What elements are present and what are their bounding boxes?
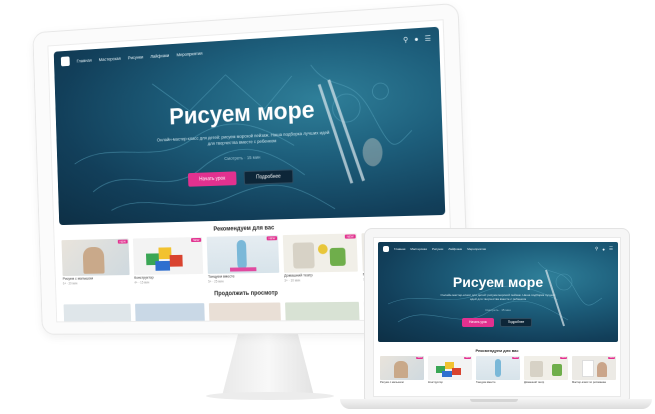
card-thumbnail [135, 303, 206, 323]
recommended-section-title: Рекомендуем для вас [475, 348, 519, 353]
recommend-card[interactable]: NEW Домашний театр 3+ · 10 мин [282, 233, 358, 283]
hero-sketch-decoration [387, 261, 603, 327]
details-button[interactable]: Подробнее [500, 318, 532, 327]
card-meta: 4+ · 15 мин [134, 280, 150, 285]
hero-banner: Главная Мастерская Рисунки Лайфхаки Меро… [53, 26, 446, 226]
card-title: Мастер-класс по рисованию [572, 381, 607, 384]
card-meta: 3+ · 10 мин [284, 278, 301, 283]
card-thumbnail [132, 236, 204, 275]
laptop-notch [470, 399, 518, 402]
details-button[interactable]: Подробнее [243, 169, 294, 185]
card-thumbnail [206, 235, 280, 274]
laptop-screen: Главная Мастерская Рисунки Лайфхаки Меро… [373, 237, 621, 397]
recommend-card[interactable]: NEW Мастер-класс по рисованию [572, 356, 616, 388]
nav-item-drawings[interactable]: Рисунки [432, 247, 443, 251]
nav-item-events[interactable]: Мероприятия [467, 247, 486, 251]
card-thumbnail [208, 302, 282, 323]
card-thumbnail [282, 233, 358, 273]
card-title: Танцуем вместе [476, 381, 496, 384]
hero-title: Рисуем море [452, 274, 544, 290]
search-icon[interactable]: ⚲ [403, 36, 408, 44]
card-thumbnail [380, 356, 424, 380]
card-thumbnail [524, 356, 568, 380]
hero-description: Онлайн-мастер-класс для детей: рисуем мо… [440, 293, 556, 301]
card-thumbnail [63, 303, 132, 323]
user-icon[interactable]: ● [414, 36, 419, 43]
recommend-card[interactable]: NEW Рисуем с малышом 6+ · 20 мин [61, 238, 130, 286]
nav-item-home[interactable]: Главная [394, 247, 405, 251]
nav-item-drawings[interactable]: Рисунки [128, 54, 143, 60]
new-badge: NEW [560, 357, 567, 359]
new-badge: NEW [464, 357, 471, 359]
new-badge: NEW [117, 239, 128, 244]
card-thumbnail [285, 301, 360, 323]
new-badge: NEW [191, 237, 202, 243]
card-title: Конструктор [428, 381, 443, 384]
recommend-card[interactable]: NEW Домашний театр [524, 356, 568, 388]
menu-icon[interactable]: ☰ [609, 246, 613, 252]
nav-item-workshop[interactable]: Мастерская [99, 56, 121, 62]
nav-item-home[interactable]: Главная [77, 57, 92, 63]
start-lesson-button[interactable]: Начать урок [462, 318, 494, 327]
hero-banner: Главная Мастерская Рисунки Лайфхаки Меро… [378, 242, 618, 342]
new-badge: NEW [416, 357, 423, 359]
new-badge: NEW [266, 236, 278, 241]
laptop-device: Главная Мастерская Рисунки Лайфхаки Меро… [364, 228, 630, 400]
card-thumbnail [428, 356, 472, 380]
card-meta: 5+ · 25 мин [208, 279, 224, 284]
nav-item-lifehacks[interactable]: Лайфхаки [150, 52, 169, 58]
user-icon[interactable]: ● [602, 247, 605, 252]
new-badge: NEW [608, 357, 615, 359]
card-title: Рисуем с малышом [380, 381, 404, 384]
recommend-card[interactable]: NEW Конструктор [428, 356, 472, 388]
continue-card[interactable] [285, 301, 360, 323]
home-logo-icon[interactable] [60, 56, 70, 67]
card-title: Домашний театр [524, 381, 545, 384]
new-badge: NEW [344, 234, 356, 239]
nav-item-lifehacks[interactable]: Лайфхаки [448, 247, 462, 251]
home-logo-icon[interactable] [383, 246, 389, 252]
continue-card[interactable] [208, 302, 282, 323]
start-lesson-button[interactable]: Начать урок [187, 171, 237, 187]
imac-base [206, 392, 334, 400]
search-icon[interactable]: ⚲ [595, 246, 598, 252]
card-thumbnail [61, 238, 130, 277]
recommend-card[interactable]: NEW Танцуем вместе [476, 356, 520, 388]
nav-item-events[interactable]: Мероприятия [176, 50, 202, 56]
card-thumbnail [572, 356, 616, 380]
top-nav: Главная Мастерская Рисунки Лайфхаки Меро… [378, 242, 618, 256]
nav-item-workshop[interactable]: Мастерская [410, 247, 427, 251]
card-thumbnail [476, 356, 520, 380]
recommend-card[interactable]: NEW Конструктор 4+ · 15 мин [132, 236, 204, 285]
continue-card[interactable] [63, 303, 132, 323]
recommend-card[interactable]: NEW Рисуем с малышом [380, 356, 424, 388]
hero-meta: Смотреть · 15 мин [485, 308, 511, 312]
new-badge: NEW [512, 357, 519, 359]
card-meta: 6+ · 20 мин [62, 281, 78, 286]
continue-card[interactable] [135, 303, 206, 323]
recommend-card[interactable]: NEW Танцуем вместе 5+ · 25 мин [206, 235, 280, 284]
menu-icon[interactable]: ☰ [424, 34, 432, 43]
